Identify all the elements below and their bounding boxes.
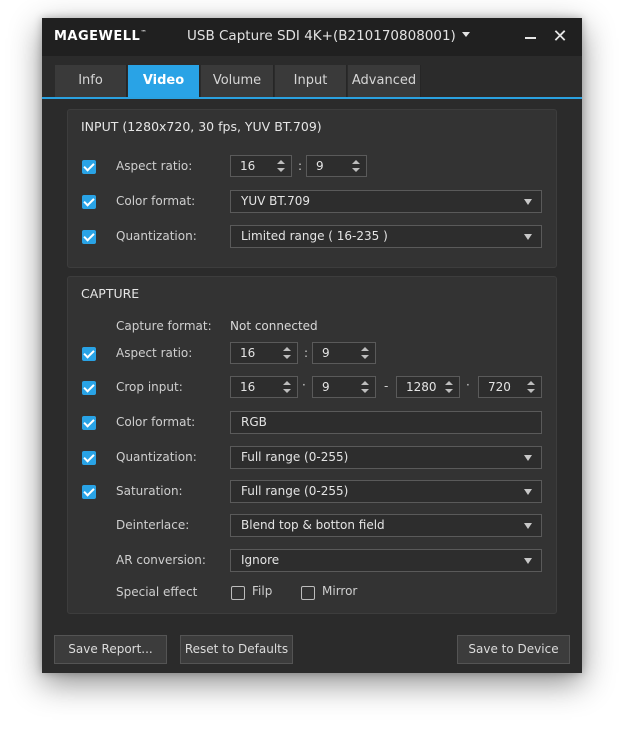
capture-color-format-field[interactable]: RGB	[230, 411, 542, 434]
ar-conversion-select[interactable]: Ignore	[230, 549, 542, 572]
crop-input-label: Crop input:	[116, 380, 183, 394]
input-group-title: INPUT (1280x720, 30 fps, YUV BT.709)	[81, 119, 322, 134]
spin-arrows-icon[interactable]	[445, 381, 453, 393]
capture-color-format-checkbox[interactable]	[82, 416, 96, 430]
input-quantization-checkbox[interactable]	[82, 230, 96, 244]
tab-strip: Info Video Volume Input Advanced	[42, 65, 582, 99]
app-window: MAGEWELL™ USB Capture SDI 4K+(B210170808…	[42, 18, 582, 673]
dropdown-arrow-icon	[524, 234, 532, 240]
input-quantization-label: Quantization:	[116, 229, 197, 243]
tab-volume[interactable]: Volume	[201, 65, 274, 97]
brand-logo: MAGEWELL™	[54, 29, 147, 44]
device-selector[interactable]: USB Capture SDI 4K+(B210170808001)	[187, 28, 470, 44]
input-quantization-select[interactable]: Limited range ( 16-235 )	[230, 225, 542, 248]
crop-height-spinbox[interactable]: 720	[478, 376, 542, 398]
capture-aspect-ratio-checkbox[interactable]	[82, 347, 96, 361]
save-report-button[interactable]: Save Report...	[54, 635, 167, 664]
flip-checkbox[interactable]	[231, 586, 245, 600]
spin-arrows-icon[interactable]	[277, 160, 285, 172]
spin-arrows-icon[interactable]	[361, 381, 369, 393]
saturation-label: Saturation:	[116, 484, 183, 498]
input-aspect-h-spinbox[interactable]: 9	[306, 155, 367, 177]
chevron-down-icon	[461, 31, 470, 37]
input-aspect-w-spinbox[interactable]: 16	[230, 155, 292, 177]
flip-label: Filp	[252, 584, 273, 598]
dropdown-arrow-icon	[524, 523, 532, 529]
aspect-separator: :	[298, 159, 303, 173]
capture-format-label: Capture format:	[116, 319, 212, 333]
capture-aspect-ratio-label: Aspect ratio:	[116, 346, 193, 360]
spin-arrows-icon[interactable]	[352, 160, 360, 172]
input-color-format-label: Color format:	[116, 194, 196, 208]
crop-width-spinbox[interactable]: 1280	[396, 376, 460, 398]
dropdown-arrow-icon	[524, 558, 532, 564]
tab-video[interactable]: Video	[128, 65, 200, 97]
capture-aspect-w-spinbox[interactable]: 16	[230, 342, 298, 364]
capture-quantization-checkbox[interactable]	[82, 451, 96, 465]
reset-defaults-button[interactable]: Reset to Defaults	[180, 635, 293, 664]
title-bar: MAGEWELL™ USB Capture SDI 4K+(B210170808…	[42, 18, 582, 56]
special-effect-label: Special effect	[116, 585, 198, 599]
input-aspect-ratio-checkbox[interactable]	[82, 160, 96, 174]
crop-dash-separator: -	[384, 379, 389, 393]
input-group: INPUT (1280x720, 30 fps, YUV BT.709) Asp…	[67, 109, 557, 268]
crop-input-checkbox[interactable]	[82, 381, 96, 395]
spin-arrows-icon[interactable]	[361, 347, 369, 359]
mirror-checkbox[interactable]	[301, 586, 315, 600]
save-to-device-button[interactable]: Save to Device	[457, 635, 570, 664]
aspect-separator: :	[304, 346, 309, 360]
crop-separator: ·	[302, 378, 306, 392]
spin-arrows-icon[interactable]	[283, 347, 291, 359]
saturation-checkbox[interactable]	[82, 485, 96, 499]
close-button[interactable]: ✕	[549, 26, 571, 48]
input-aspect-ratio-label: Aspect ratio:	[116, 159, 193, 173]
capture-format-value: Not connected	[230, 319, 318, 333]
input-color-format-select[interactable]: YUV BT.709	[230, 190, 542, 213]
dropdown-arrow-icon	[524, 199, 532, 205]
capture-aspect-h-spinbox[interactable]: 9	[312, 342, 376, 364]
capture-group-title: CAPTURE	[81, 286, 140, 301]
spin-arrows-icon[interactable]	[283, 381, 291, 393]
saturation-select[interactable]: Full range (0-255)	[230, 480, 542, 503]
tab-info[interactable]: Info	[55, 65, 127, 97]
close-icon: ✕	[552, 26, 568, 47]
dropdown-arrow-icon	[524, 489, 532, 495]
crop-y-spinbox[interactable]: 9	[312, 376, 376, 398]
tab-advanced[interactable]: Advanced	[348, 65, 421, 97]
minimize-button[interactable]	[520, 26, 542, 48]
capture-quantization-select[interactable]: Full range (0-255)	[230, 446, 542, 469]
dropdown-arrow-icon	[524, 455, 532, 461]
device-name: USB Capture SDI 4K+(B210170808001)	[187, 28, 456, 44]
deinterlace-select[interactable]: Blend top & botton field	[230, 514, 542, 537]
capture-group: CAPTURE Capture format: Not connected As…	[67, 276, 557, 614]
spin-arrows-icon[interactable]	[527, 381, 535, 393]
tab-input[interactable]: Input	[275, 65, 347, 97]
capture-quantization-label: Quantization:	[116, 450, 197, 464]
crop-x-spinbox[interactable]: 16	[230, 376, 298, 398]
input-color-format-checkbox[interactable]	[82, 195, 96, 209]
mirror-label: Mirror	[322, 584, 358, 598]
deinterlace-label: Deinterlace:	[116, 518, 190, 532]
crop-separator: ·	[466, 378, 470, 392]
ar-conversion-label: AR conversion:	[116, 553, 206, 567]
capture-color-format-label: Color format:	[116, 415, 196, 429]
